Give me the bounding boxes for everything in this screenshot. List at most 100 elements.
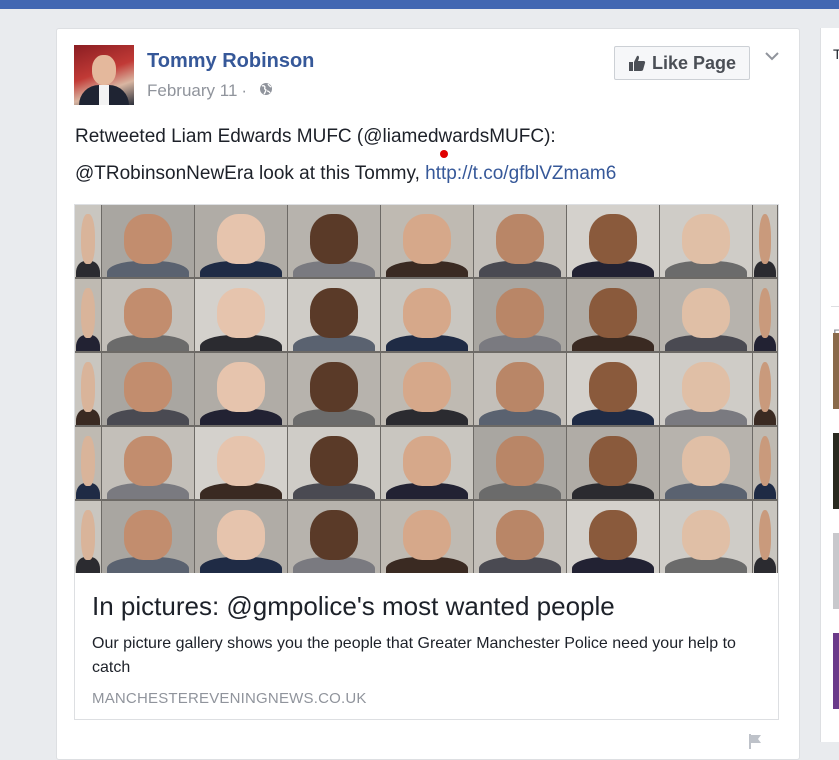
mugshot-tile [195,279,287,351]
mugshot-head [758,213,772,265]
like-page-button[interactable]: Like Page [614,46,750,80]
mugshot-head [310,509,358,561]
mugshot-tile [102,205,194,277]
mugshot-tile [75,205,101,277]
chevron-down-icon[interactable] [765,51,779,61]
sidebar-thumbnail[interactable] [833,433,839,509]
avatar-face [92,55,116,85]
mugshot-tile [381,205,473,277]
mugshot-tile [75,501,101,573]
mugshot-head [217,361,265,413]
mugshot-head [310,361,358,413]
facebook-top-bar [0,0,839,9]
sidebar-thumbnail[interactable] [833,533,839,609]
right-sidebar-heading: T [833,46,839,62]
post-text-line-1: Retweeted Liam Edwards MUFC (@liamedward… [75,126,556,147]
post-date-text: February 11 [147,81,238,100]
post-card: Tommy Robinson February 11 · Like Page Re… [56,28,800,760]
mugshot-tile [753,205,777,277]
mugshot-tile [195,353,287,425]
mugshot-head [310,287,358,339]
mugshot-head [758,509,772,561]
mugshot-tile [195,205,287,277]
mugshot-head [124,435,172,487]
mugshot-tile [288,501,380,573]
mugshot-head [589,213,637,265]
link-preview-image[interactable] [75,205,778,573]
mugshot-tile [195,501,287,573]
mugshot-tile [660,353,752,425]
mugshot-tile [288,353,380,425]
mugshot-tile [567,205,659,277]
mugshot-head [496,509,544,561]
post-date[interactable]: February 11 · [147,81,251,101]
mugshot-tile [753,501,777,573]
mugshot-tile [660,205,752,277]
mugshot-tile [474,353,566,425]
mugshot-head [403,213,451,265]
post-text-line-2: @TRobinsonNewEra look at this Tommy, htt… [75,163,616,185]
mugshot-head [682,435,730,487]
mugshot-head [217,435,265,487]
post-text-mention: @TRobinsonNewEra look at this Tommy, [75,163,426,184]
mugshot-head [81,287,95,339]
mugshot-tile [381,427,473,499]
link-preview[interactable]: In pictures: @gmpolice's most wanted peo… [74,204,779,720]
mugshot-head [403,509,451,561]
mugshot-head [81,361,95,413]
mugshot-head [589,361,637,413]
mugshot-tile [195,427,287,499]
mugshot-head [496,435,544,487]
mugshot-head [403,287,451,339]
link-preview-description: Our picture gallery shows you the people… [92,635,736,676]
mugshot-head [682,213,730,265]
like-page-label: Like Page [651,52,737,73]
mugshot-tile [75,427,101,499]
mugshot-head [310,435,358,487]
mugshot-head [81,213,95,265]
mugshot-head [217,213,265,265]
mugshot-tile [660,279,752,351]
mugshot-head [403,435,451,487]
mugshot-tile [102,501,194,573]
mugshot-head [496,361,544,413]
globe-icon[interactable] [259,82,273,96]
mugshot-tile [474,279,566,351]
link-preview-domain: MANCHESTEREVENINGNEWS.CO.UK [92,690,367,707]
mugshot-head [758,435,772,487]
mugshot-head [758,287,772,339]
post-link[interactable]: http://t.co/gfblVZmam6 [425,163,616,184]
mugshot-tile [102,279,194,351]
mugshot-tile [567,427,659,499]
mugshot-head [124,287,172,339]
date-separator: · [241,81,248,100]
sidebar-thumbnail[interactable] [833,333,839,409]
mugshot-head [758,361,772,413]
avatar-shirt [99,85,109,105]
sidebar-thumbnail[interactable] [833,633,839,709]
mugshot-tile [381,501,473,573]
avatar[interactable] [74,45,134,105]
mugshot-tile [288,279,380,351]
mugshot-head [589,509,637,561]
mugshot-tile [660,427,752,499]
right-sidebar-divider [831,306,839,307]
mugshot-tile [753,353,777,425]
mugshot-tile [288,427,380,499]
author-name[interactable]: Tommy Robinson [147,50,314,73]
mugshot-tile [381,279,473,351]
mugshot-head [124,361,172,413]
mugshot-head [682,509,730,561]
mugshot-tile [381,353,473,425]
mugshot-tile [102,353,194,425]
flag-icon[interactable] [747,733,763,749]
link-preview-title[interactable]: In pictures: @gmpolice's most wanted peo… [92,591,615,622]
mugshot-head [496,213,544,265]
mugshot-head [217,287,265,339]
mugshot-head [217,509,265,561]
mugshot-head [496,287,544,339]
mugshot-tile [567,353,659,425]
mugshot-tile [288,205,380,277]
mugshot-head [682,287,730,339]
mugshot-tile [567,501,659,573]
